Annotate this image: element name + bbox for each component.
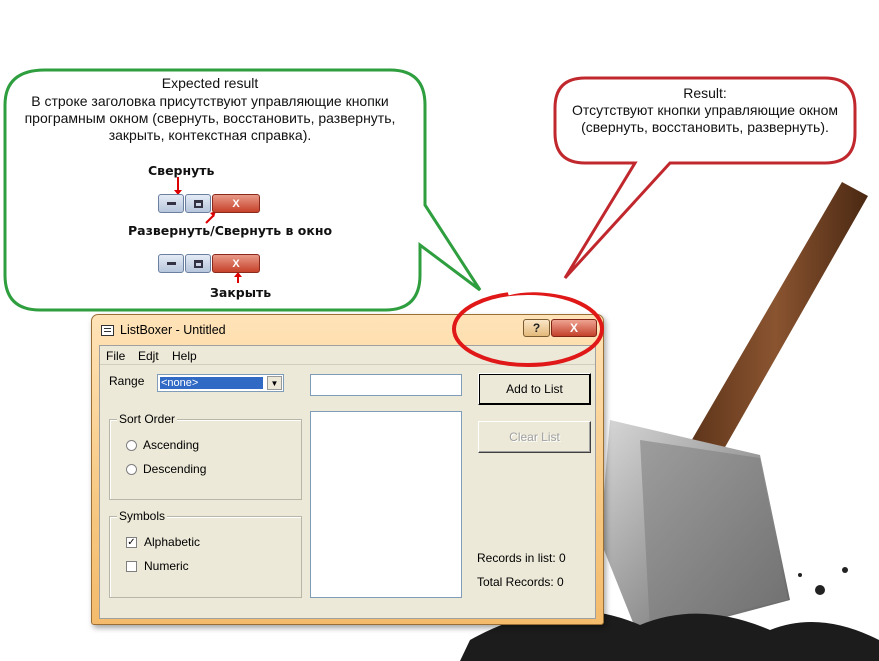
listboxer-window: ListBoxer - Untitled ? X File Edjt Help … [91, 314, 604, 625]
ascending-radio[interactable]: Ascending [126, 438, 199, 452]
menu-bar: File Edjt Help [100, 346, 595, 365]
menu-edit[interactable]: Edjt [138, 349, 159, 363]
sort-order-group: Sort Order Ascending Descending [109, 412, 302, 500]
help-button[interactable]: ? [523, 319, 550, 337]
sort-order-title: Sort Order [117, 412, 178, 426]
maximize-icon [185, 194, 211, 213]
titlebar-buttons-sample: X [158, 194, 264, 213]
expected-title: Expected result [161, 75, 259, 91]
total-records: Total Records: 0 [477, 575, 564, 589]
titlebar-buttons-sample: X [158, 254, 264, 273]
range-selected-value: <none> [160, 377, 263, 389]
menu-file[interactable]: File [106, 349, 125, 363]
restore-icon [185, 254, 211, 273]
symbols-group: Symbols ✓ Alphabetic Numeric [109, 509, 302, 598]
ascending-label: Ascending [143, 438, 200, 452]
symbols-title: Symbols [117, 509, 168, 523]
window-titlebar[interactable]: ListBoxer - Untitled ? X [92, 315, 603, 345]
expected-body: В строке заголовка присутствуют управляю… [24, 93, 396, 143]
menu-help[interactable]: Help [172, 349, 197, 363]
add-to-list-button[interactable]: Add to List [478, 373, 591, 405]
minimize-icon [158, 194, 184, 213]
checkmark-icon[interactable]: ✓ [126, 536, 137, 548]
alphabetic-label: Alphabetic [144, 535, 201, 549]
close-icon: X [212, 194, 260, 213]
close-label: Закрыть [210, 285, 272, 300]
window-client-area: File Edjt Help Range <none> ▼ Add to Lis… [99, 345, 596, 619]
close-button[interactable]: X [551, 319, 597, 337]
radio-icon[interactable] [126, 463, 137, 475]
app-icon[interactable] [101, 325, 114, 336]
checkbox-icon[interactable] [126, 560, 137, 572]
range-label: Range [109, 374, 145, 388]
result-title: Result: [683, 85, 727, 101]
records-in-list: Records in list: 0 [477, 551, 566, 565]
numeric-label: Numeric [144, 559, 189, 573]
close-icon: X [212, 254, 260, 273]
range-dropdown[interactable]: <none> ▼ [157, 374, 284, 392]
item-input[interactable] [310, 374, 462, 396]
clear-list-button[interactable]: Clear List [478, 421, 591, 453]
minimize-icon [158, 254, 184, 273]
radio-icon[interactable] [126, 439, 137, 451]
items-listbox[interactable] [310, 411, 462, 598]
minimize-label: Свернуть [148, 163, 215, 178]
alphabetic-checkbox[interactable]: ✓ Alphabetic [126, 535, 200, 549]
chevron-down-icon[interactable]: ▼ [267, 376, 282, 390]
result-body: Отсутствуют кнопки управляющие окном (св… [571, 102, 839, 135]
maximize-label: Развернуть/Свернуть в окно [128, 223, 333, 238]
numeric-checkbox[interactable]: Numeric [126, 559, 189, 573]
descending-radio[interactable]: Descending [126, 462, 206, 476]
window-title: ListBoxer - Untitled [120, 323, 226, 337]
titlebar-buttons-illustration: Свернуть X Развернуть/Свернуть в окно X … [120, 155, 344, 303]
descending-label: Descending [143, 462, 207, 476]
actual-result-callout: Result: Отсутствуют кнопки управляющие о… [550, 70, 870, 300]
expected-result-callout: Expected result В строке заголовка прису… [0, 60, 500, 320]
